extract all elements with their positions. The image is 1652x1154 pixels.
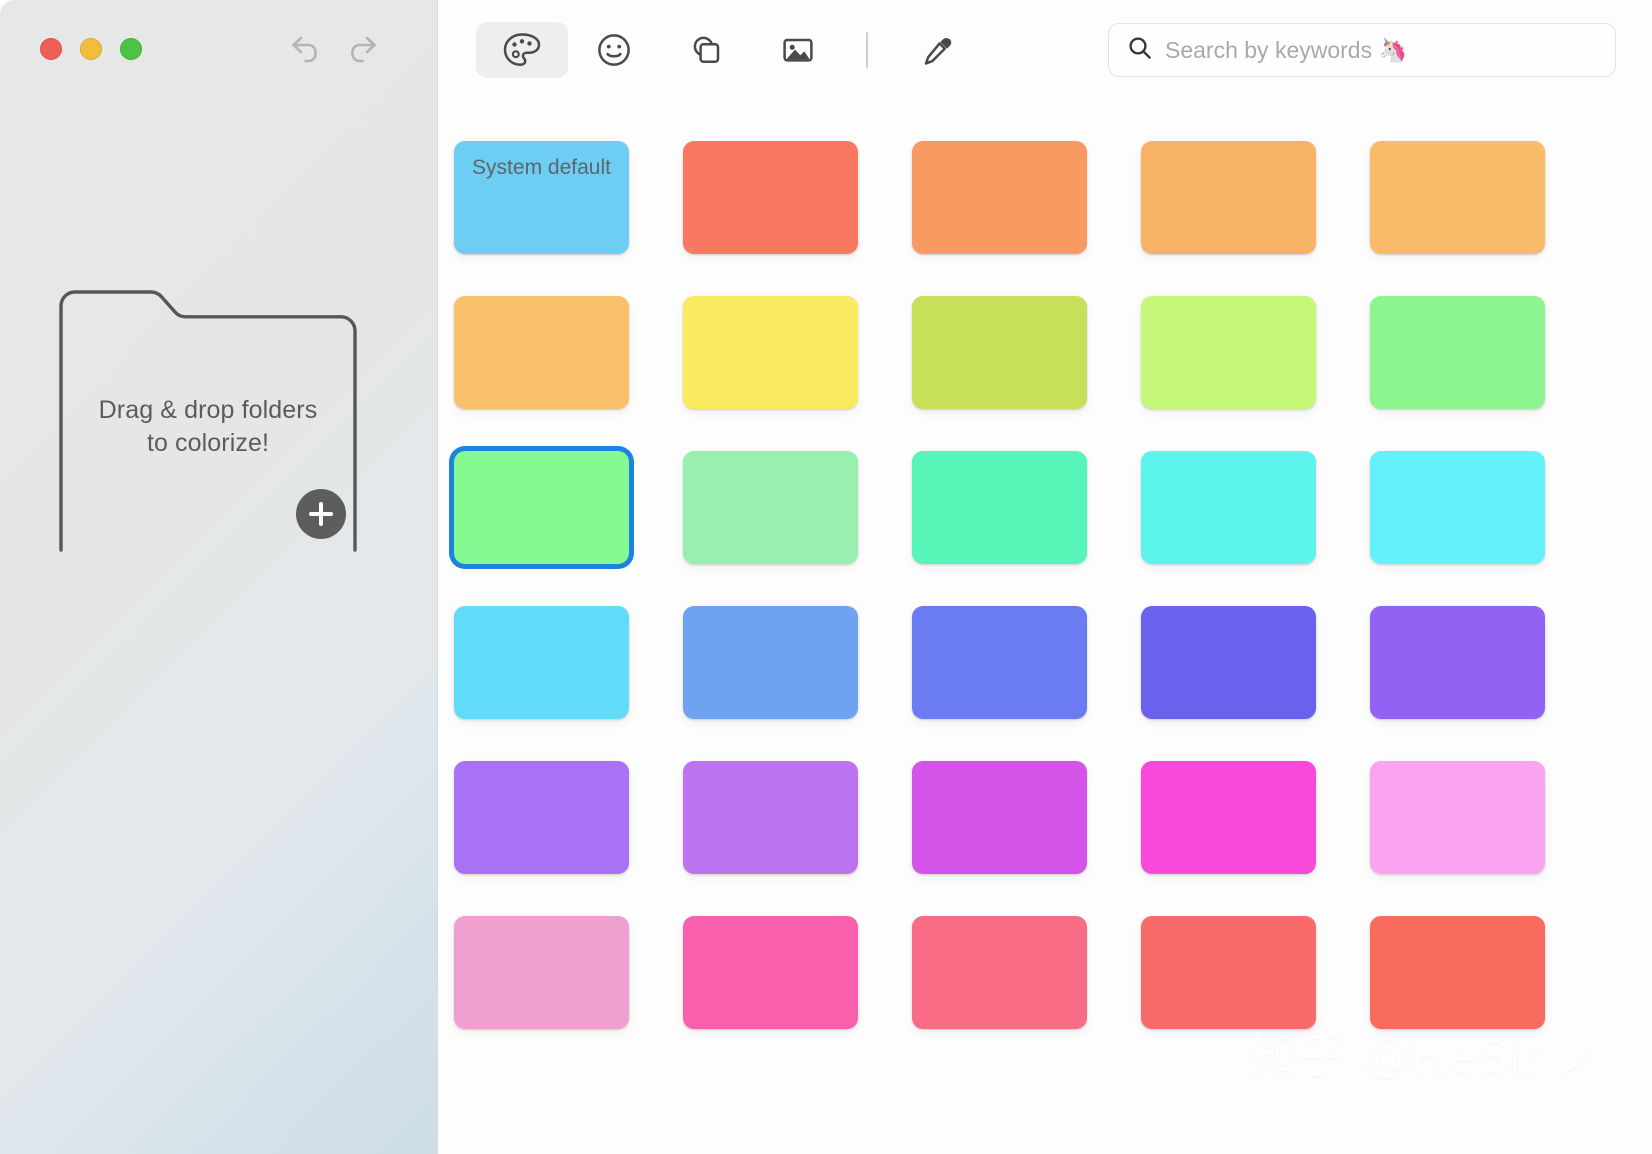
toolbar-divider <box>866 32 868 68</box>
color-swatch-28[interactable] <box>1141 916 1316 1029</box>
search-icon <box>1127 35 1153 66</box>
color-swatch-24[interactable] <box>1370 761 1545 874</box>
color-swatch-21[interactable] <box>683 761 858 874</box>
toolbar: Search by keywords 🦄 <box>438 0 1652 100</box>
color-swatch-11[interactable] <box>683 451 858 564</box>
color-swatch-4[interactable] <box>1370 141 1545 254</box>
window-controls <box>40 38 142 60</box>
tab-image[interactable] <box>752 22 844 78</box>
color-swatch-17[interactable] <box>912 606 1087 719</box>
color-swatch-19[interactable] <box>1370 606 1545 719</box>
color-swatch-6[interactable] <box>683 296 858 409</box>
undo-icon <box>288 34 322 64</box>
color-swatch-7[interactable] <box>912 296 1087 409</box>
color-swatch-0[interactable]: System default <box>454 141 629 254</box>
color-swatch-22[interactable] <box>912 761 1087 874</box>
color-swatch-25[interactable] <box>454 916 629 1029</box>
color-swatch-13[interactable] <box>1141 451 1316 564</box>
shapes-icon <box>686 30 726 70</box>
color-swatch-3[interactable] <box>1141 141 1316 254</box>
sidebar: Drag & drop folders to colorize! <box>0 0 438 1154</box>
image-icon <box>778 30 818 70</box>
tab-palette[interactable] <box>476 22 568 78</box>
color-swatch-23[interactable] <box>1141 761 1316 874</box>
titlebar <box>0 0 437 96</box>
color-swatch-16[interactable] <box>683 606 858 719</box>
color-swatch-9[interactable] <box>1370 296 1545 409</box>
undo-button[interactable] <box>286 30 324 68</box>
color-swatch-10[interactable] <box>454 451 629 564</box>
color-swatch-14[interactable] <box>1370 451 1545 564</box>
eyedropper-icon <box>918 30 958 70</box>
color-swatch-2[interactable] <box>912 141 1087 254</box>
color-swatch-5[interactable] <box>454 296 629 409</box>
color-swatch-label: System default <box>472 156 611 179</box>
tab-emoji[interactable] <box>568 22 660 78</box>
tab-eyedropper[interactable] <box>892 22 984 78</box>
main-panel: Search by keywords 🦄 System default 知乎 @… <box>438 0 1652 1154</box>
color-swatch-27[interactable] <box>912 916 1087 1029</box>
color-swatch-29[interactable] <box>1370 916 1545 1029</box>
folder-drop-zone[interactable]: Drag & drop folders to colorize! <box>47 284 369 556</box>
color-swatch-18[interactable] <box>1141 606 1316 719</box>
redo-icon <box>346 34 380 64</box>
history-controls <box>286 30 382 68</box>
minimize-button[interactable] <box>80 38 102 60</box>
add-folder-button[interactable] <box>296 489 346 539</box>
color-swatch-1[interactable] <box>683 141 858 254</box>
smiley-icon <box>594 30 634 70</box>
color-swatch-grid: System default <box>438 100 1652 1154</box>
close-button[interactable] <box>40 38 62 60</box>
plus-icon-vertical <box>318 502 324 526</box>
redo-button[interactable] <box>344 30 382 68</box>
color-swatch-15[interactable] <box>454 606 629 719</box>
color-swatch-12[interactable] <box>912 451 1087 564</box>
color-swatch-26[interactable] <box>683 916 858 1029</box>
zoom-button[interactable] <box>120 38 142 60</box>
search-field[interactable]: Search by keywords 🦄 <box>1108 23 1616 77</box>
search-input[interactable]: Search by keywords 🦄 <box>1165 37 1407 64</box>
tab-shapes[interactable] <box>660 22 752 78</box>
app-window: Drag & drop folders to colorize! Search … <box>0 0 1652 1154</box>
color-swatch-8[interactable] <box>1141 296 1316 409</box>
palette-icon <box>501 29 543 71</box>
color-swatch-20[interactable] <box>454 761 629 874</box>
